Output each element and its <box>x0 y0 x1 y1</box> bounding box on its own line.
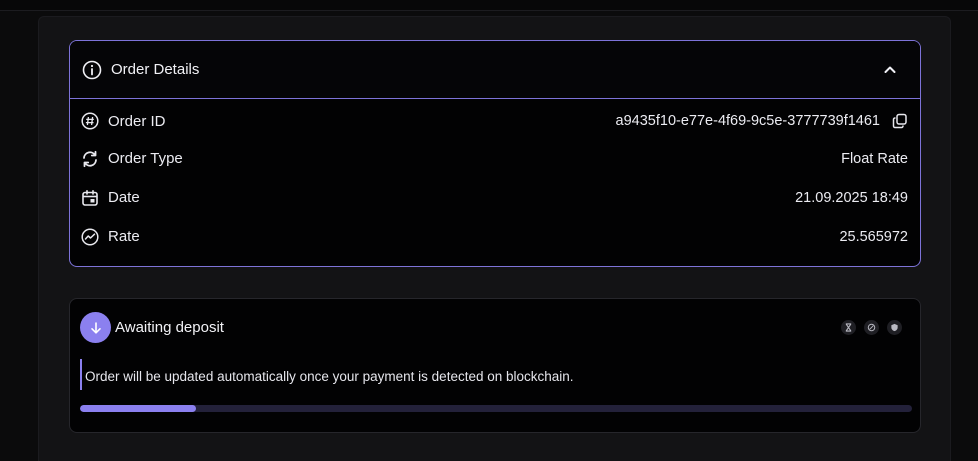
order-id-label: Order ID <box>108 112 166 130</box>
order-details-title: Order Details <box>111 61 200 78</box>
order-details-header[interactable]: Order Details <box>70 41 920 99</box>
rate-row: Rate 25.565972 <box>70 217 920 256</box>
info-icon <box>82 60 102 80</box>
deposit-status-card: Awaiting deposit Order will be updated a… <box>69 298 921 433</box>
order-id-row: Order ID a9435f10-e77e-4f69-9c5e-3777739… <box>70 103 920 139</box>
exchange-icon <box>864 320 879 335</box>
hash-icon <box>81 112 99 130</box>
deposit-progress-bar <box>80 405 912 412</box>
date-value: 21.09.2025 18:49 <box>795 189 908 206</box>
rate-label: Rate <box>108 228 140 245</box>
rate-value: 25.565972 <box>839 228 908 245</box>
copy-icon[interactable] <box>892 113 908 129</box>
date-row: Date 21.09.2025 18:49 <box>70 178 920 217</box>
shield-icon <box>887 320 902 335</box>
calendar-icon <box>81 189 99 207</box>
status-title: Awaiting deposit <box>115 319 224 336</box>
trend-icon <box>81 227 99 246</box>
top-bar <box>0 0 978 11</box>
order-type-label: Order Type <box>108 150 183 167</box>
date-label: Date <box>108 189 140 206</box>
status-message: Order will be updated automatically once… <box>80 359 574 390</box>
chevron-up-icon[interactable] <box>878 58 902 82</box>
order-type-row: Order Type Float Rate <box>70 139 920 178</box>
hourglass-icon <box>841 320 856 335</box>
refresh-icon <box>81 150 99 168</box>
order-details-card: Order Details Order ID a9435f10-e77e-4f6… <box>69 40 921 267</box>
progress-fill <box>80 405 197 412</box>
arrow-down-icon <box>80 312 111 343</box>
order-id-value: a9435f10-e77e-4f69-9c5e-3777739f1461 <box>615 113 880 129</box>
order-type-value: Float Rate <box>841 150 908 167</box>
